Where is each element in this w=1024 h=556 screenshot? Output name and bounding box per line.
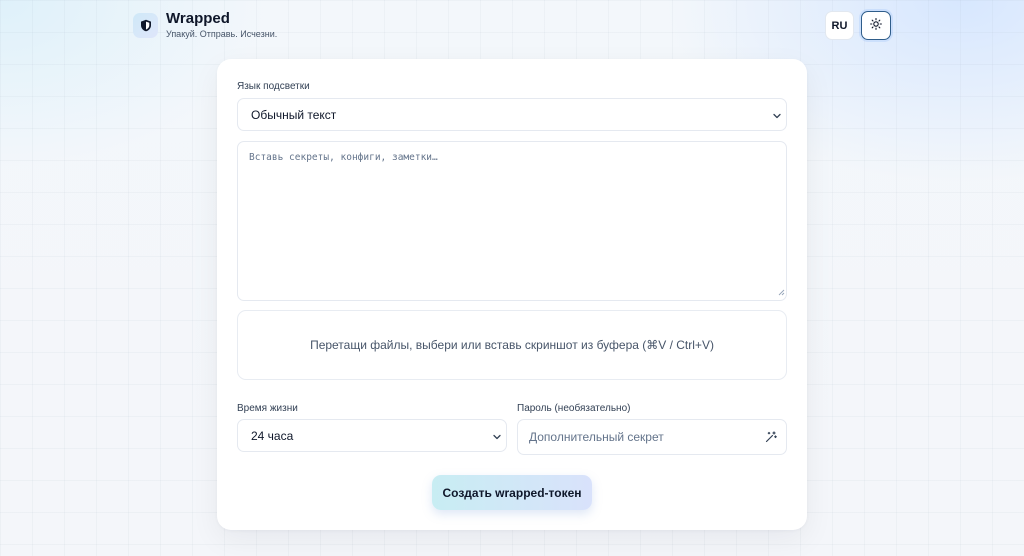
ttl-value: 24 часа	[251, 428, 294, 443]
highlight-language-select[interactable]: Обычный текст	[237, 98, 787, 131]
app-header: Wrapped Упакуй. Отправь. Исчезни. RU	[0, 0, 1024, 52]
create-token-button[interactable]: Создать wrapped-токен	[432, 475, 592, 510]
sun-icon	[870, 18, 882, 33]
highlight-language-label: Язык подсветки	[237, 81, 310, 92]
theme-toggle-button[interactable]	[861, 11, 891, 40]
password-placeholder: Дополнительный секрет	[529, 430, 664, 444]
password-input[interactable]: Дополнительный секрет	[517, 419, 787, 455]
dropzone-text: Перетащи файлы, выбери или вставь скринш…	[310, 338, 714, 352]
resize-handle-icon[interactable]	[777, 288, 785, 299]
app-tagline: Упакуй. Отправь. Исчезни.	[166, 29, 278, 39]
shield-icon	[133, 12, 158, 38]
language-button[interactable]: RU	[825, 11, 854, 40]
chevron-down-icon	[772, 110, 782, 124]
create-wrap-form: Язык подсветки Обычный текст Вставь секр…	[217, 59, 807, 530]
app-title: Wrapped	[166, 10, 230, 27]
file-dropzone[interactable]: Перетащи файлы, выбери или вставь скринш…	[237, 310, 787, 380]
highlight-language-value: Обычный текст	[251, 107, 337, 122]
secret-content-textarea[interactable]: Вставь секреты, конфиги, заметки…	[237, 141, 787, 301]
brand[interactable]: Wrapped Упакуй. Отправь. Исчезни.	[133, 11, 277, 39]
ttl-select[interactable]: 24 часа	[237, 419, 507, 452]
chevron-down-icon	[492, 431, 502, 445]
secret-content-placeholder: Вставь секреты, конфиги, заметки…	[249, 152, 438, 163]
ttl-label: Время жизни	[237, 403, 298, 414]
magic-wand-icon[interactable]	[765, 431, 777, 446]
password-label: Пароль (необязательно)	[517, 403, 631, 414]
